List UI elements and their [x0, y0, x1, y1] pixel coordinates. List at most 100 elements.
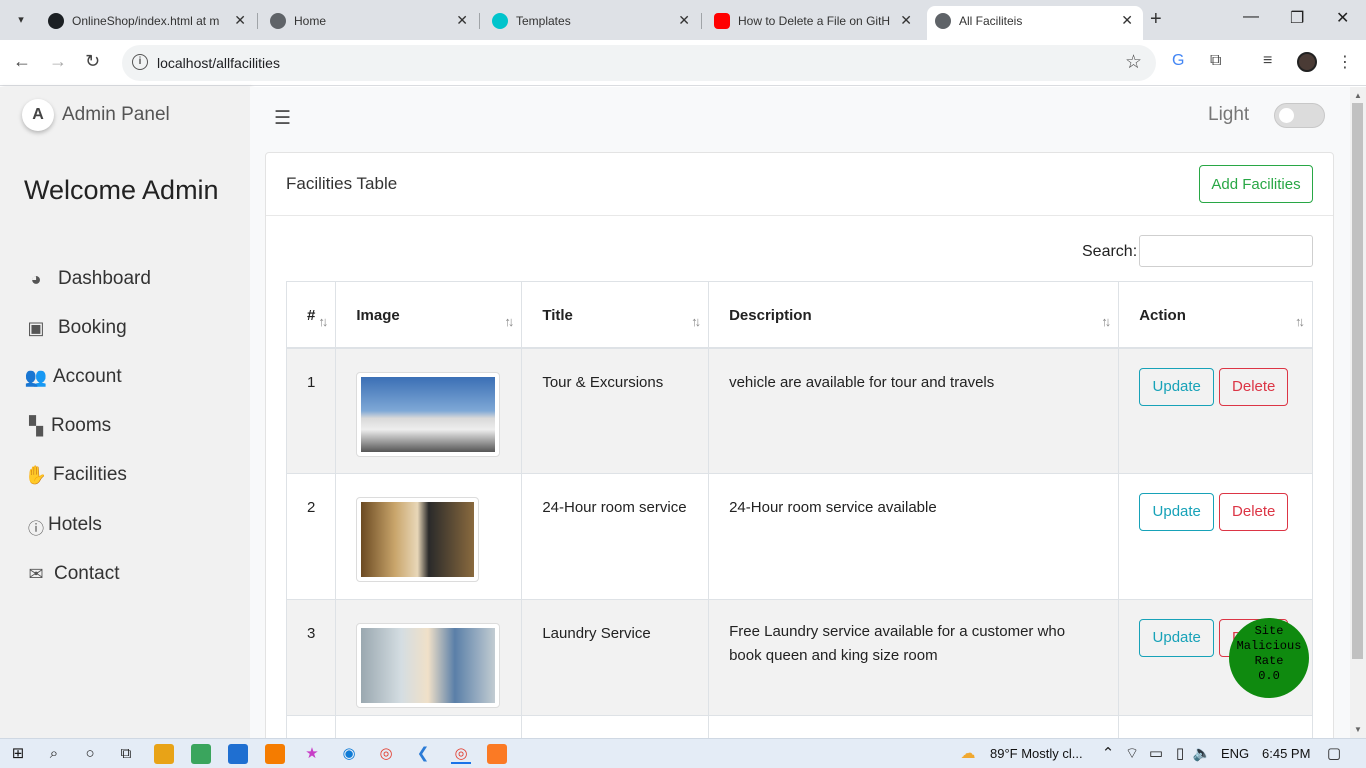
battery-icon[interactable]: ▭ — [1146, 744, 1166, 764]
site-info-icon[interactable]: i — [132, 54, 148, 70]
sidebar-item-rooms[interactable]: ▚ Rooms — [24, 414, 244, 444]
sort-icon[interactable]: ↑↓ — [318, 314, 328, 329]
close-tab-icon[interactable]: ✕ — [234, 12, 246, 29]
sort-icon[interactable]: ↑↓ — [504, 314, 514, 329]
page-scrollbar[interactable]: ▲ ▼ — [1350, 87, 1366, 738]
row-number: 2 — [285, 473, 337, 600]
close-tab-icon[interactable]: ✕ — [1121, 12, 1133, 29]
add-facilities-button[interactable]: Add Facilities — [1199, 165, 1313, 203]
delete-button[interactable]: Delete — [1219, 367, 1289, 406]
address-bar[interactable]: i localhost/allfacilities ☆ — [122, 45, 1156, 81]
language-indicator[interactable]: ENG — [1221, 746, 1249, 761]
forward-icon[interactable]: → — [49, 51, 67, 72]
chrome-icon[interactable]: ◎ — [376, 744, 396, 764]
weather-text[interactable]: 89°F Mostly cl... — [990, 746, 1083, 761]
profile-avatar[interactable] — [1297, 52, 1317, 72]
column-header-image[interactable]: Image ↑↓ — [335, 281, 523, 349]
browser-tab-3[interactable]: Templates ✕ — [484, 6, 700, 40]
sidebar-item-contact[interactable]: ✉ Contact — [24, 562, 244, 592]
search-icon[interactable]: ⌕ — [44, 744, 64, 764]
brand-name[interactable]: Admin Panel — [62, 104, 170, 126]
title-cell: 24-Hour room service — [521, 473, 710, 600]
browser-tab-5-active[interactable]: All Faciliteis ✕ — [927, 6, 1143, 40]
new-tab-icon[interactable]: + — [1150, 8, 1162, 31]
close-tab-icon[interactable]: ✕ — [456, 12, 468, 29]
sidebar-item-account[interactable]: 👥 Account — [24, 365, 244, 395]
edge-icon[interactable]: ◉ — [339, 744, 359, 764]
canva-icon — [492, 13, 508, 29]
restore-icon[interactable]: ❐ — [1290, 8, 1304, 28]
chrome-active-icon[interactable]: ◎ — [451, 744, 471, 764]
brand-logo[interactable]: A — [22, 99, 54, 131]
notification-icon[interactable]: ▢ — [1324, 744, 1344, 764]
cortana-icon[interactable]: ○ — [80, 744, 100, 764]
update-button[interactable]: Update — [1139, 493, 1215, 531]
app-icon[interactable] — [265, 744, 285, 764]
volume-icon[interactable]: 🔈 — [1192, 744, 1212, 764]
sidebar-item-label: Facilities — [53, 464, 127, 485]
mail-icon[interactable] — [228, 744, 248, 764]
sort-icon[interactable]: ↑↓ — [691, 314, 701, 329]
calendar-check-icon: ▣ — [27, 318, 45, 338]
weather-icon[interactable]: ☁ — [958, 744, 978, 764]
network-icon[interactable]: ⌔ — [1122, 744, 1142, 764]
reload-icon[interactable]: ↻ — [85, 51, 100, 72]
sidebar-item-booking[interactable]: ▣ Booking — [24, 316, 244, 346]
browser-tab-1[interactable]: OnlineShop/index.html at m ✕ — [40, 6, 256, 40]
scroll-up-icon[interactable]: ▲ — [1354, 91, 1362, 100]
update-button[interactable]: Update — [1139, 367, 1215, 406]
vscode-icon[interactable]: ❮ — [413, 744, 433, 764]
task-view-icon[interactable]: ⧉ — [116, 744, 136, 764]
badge-line: Site — [1254, 624, 1284, 638]
description-cell — [708, 715, 1120, 738]
scrollbar-thumb[interactable] — [1352, 103, 1363, 659]
close-window-icon[interactable]: ✕ — [1336, 8, 1349, 28]
hamburger-menu-icon[interactable]: ☰ — [274, 107, 291, 130]
theme-toggle[interactable] — [1274, 103, 1325, 128]
device-icon[interactable]: ▯ — [1170, 744, 1190, 764]
column-header-title[interactable]: Title ↑↓ — [521, 281, 710, 349]
update-button[interactable]: Update — [1139, 619, 1215, 657]
theme-label: Light — [1208, 104, 1250, 125]
bookmark-star-icon[interactable]: ☆ — [1125, 51, 1142, 74]
xampp-icon[interactable] — [487, 744, 507, 764]
sort-icon[interactable]: ↑↓ — [1295, 314, 1305, 329]
browser-tab-2[interactable]: Home ✕ — [262, 6, 478, 40]
sidebar-item-hotels[interactable]: ⓘ Hotels — [24, 513, 244, 543]
buses-image — [361, 376, 496, 452]
column-header-description[interactable]: Description ↑↓ — [708, 281, 1120, 349]
menu-kebab-icon[interactable]: ⋮ — [1337, 52, 1353, 72]
store-icon[interactable] — [191, 744, 211, 764]
column-header-action[interactable]: Action ↑↓ — [1118, 281, 1313, 349]
chevron-up-icon[interactable]: ⌃ — [1098, 744, 1118, 764]
browser-tab-4[interactable]: How to Delete a File on GitH ✕ — [706, 6, 922, 40]
media-control-icon[interactable]: ≡ — [1263, 52, 1272, 70]
search-input[interactable] — [1139, 235, 1313, 267]
sidebar-item-dashboard[interactable]: ◕ Dashboard — [24, 267, 244, 297]
delete-button[interactable]: Delete — [1219, 493, 1289, 531]
url-text[interactable]: localhost/allfacilities — [157, 55, 280, 71]
tab-title: Home — [294, 14, 327, 28]
column-header-number[interactable]: # ↑↓ — [285, 281, 337, 349]
extensions-icon[interactable]: ⧉ — [1210, 52, 1221, 70]
translate-icon[interactable]: G — [1172, 52, 1184, 70]
tab-title: How to Delete a File on GitH — [738, 14, 890, 28]
row-number — [285, 715, 337, 738]
sort-icon[interactable]: ↑↓ — [1101, 314, 1111, 329]
tab-search-dropdown-icon[interactable]: ▾ — [10, 9, 32, 31]
close-tab-icon[interactable]: ✕ — [678, 12, 690, 29]
close-tab-icon[interactable]: ✕ — [900, 12, 912, 29]
clock[interactable]: 6:45 PM — [1262, 746, 1310, 761]
windows-start-icon[interactable]: ⊞ — [8, 744, 28, 764]
back-icon[interactable]: ← — [13, 51, 31, 72]
header-label: # — [307, 307, 316, 324]
scroll-down-icon[interactable]: ▼ — [1354, 725, 1362, 734]
description-cell: 24-Hour room service available — [708, 473, 1120, 600]
file-explorer-icon[interactable] — [154, 744, 174, 764]
minimize-icon[interactable]: — — [1243, 8, 1259, 26]
star-app-icon[interactable]: ★ — [302, 744, 322, 764]
table-row — [285, 715, 1313, 738]
sidebar-item-facilities[interactable]: ✋ Facilities — [24, 463, 244, 493]
site-malicious-rate-badge[interactable]: Site Malicious Rate 0.0 — [1229, 618, 1309, 698]
windows-taskbar: ⊞ ⌕ ○ ⧉ ★ ◉ ◎ ❮ ◎ ☁ 89°F Mostly cl... ⌃ … — [0, 738, 1366, 768]
